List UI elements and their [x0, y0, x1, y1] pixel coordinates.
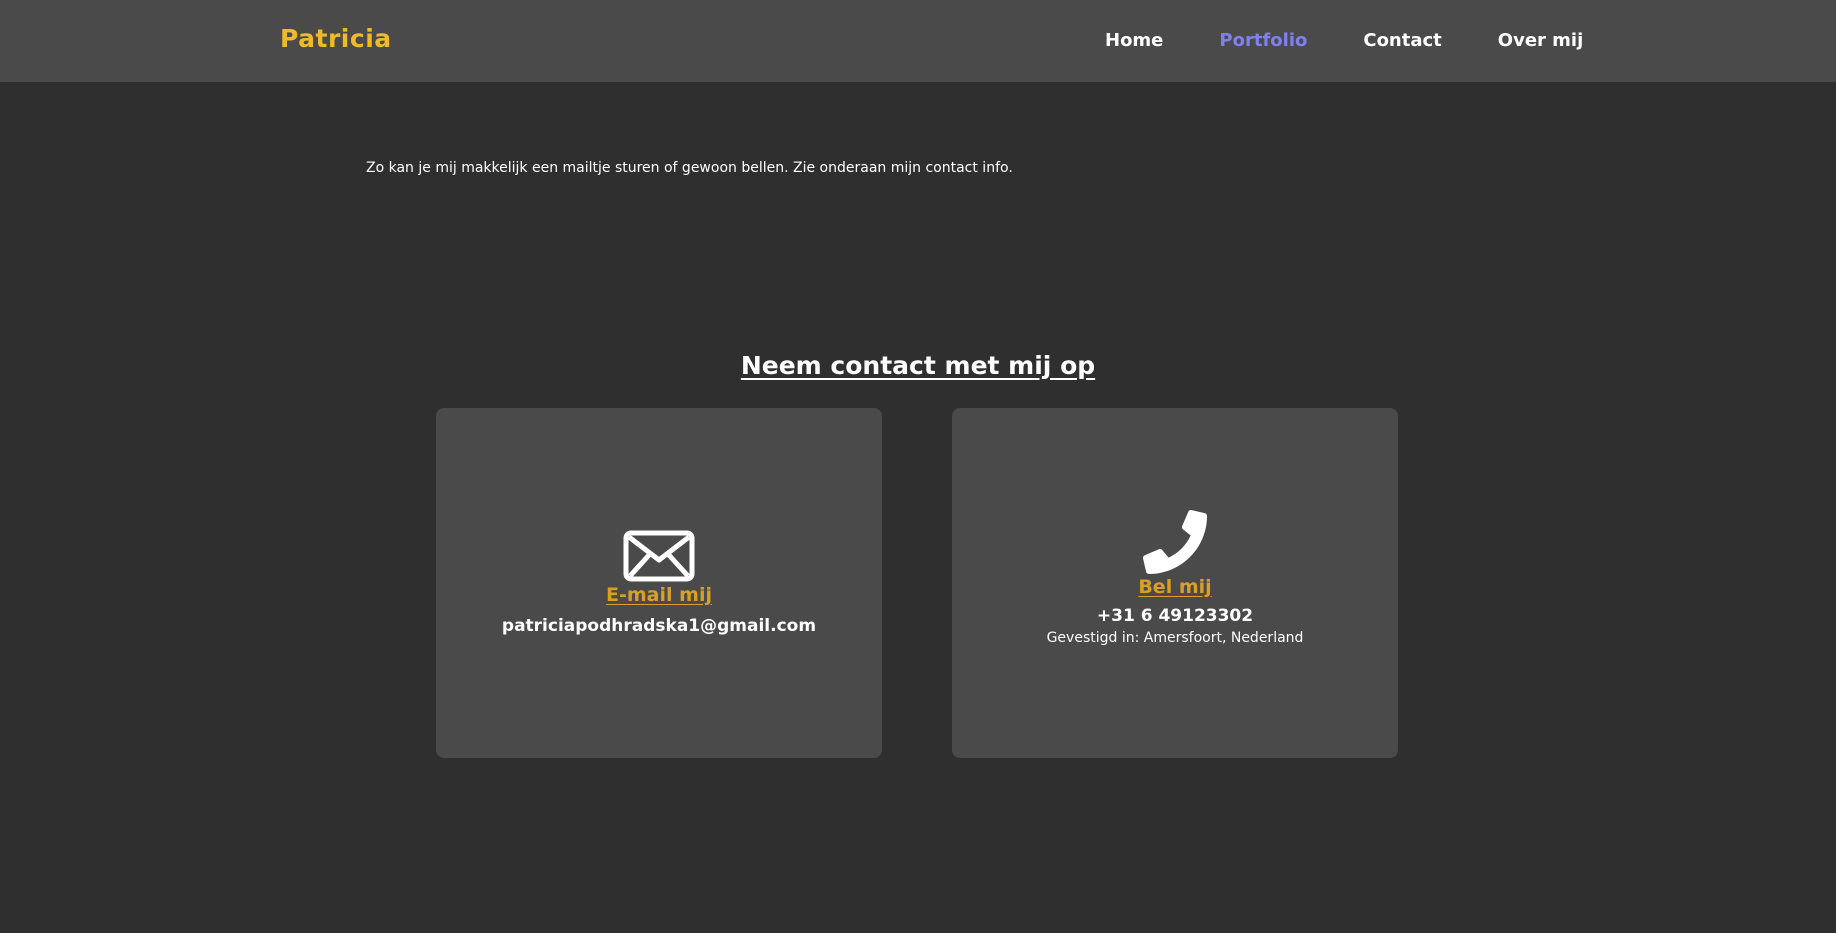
nav-link-over-mij[interactable]: Over mij: [1498, 30, 1583, 51]
brand-logo-link[interactable]: Patricia: [280, 24, 392, 53]
nav-link-home[interactable]: Home: [1105, 30, 1163, 51]
navbar: Patricia Home Portfolio Contact Over mij: [0, 0, 1836, 82]
location-text: Gevestigd in: Amersfoort, Nederland: [1046, 630, 1304, 646]
envelope-icon: [623, 530, 695, 582]
email-address: patriciapodhradska1@gmail.com: [501, 616, 817, 636]
call-me-link[interactable]: Bel mij: [952, 576, 1398, 598]
phone-number: +31 6 49123302: [1096, 606, 1254, 626]
phone-icon: [1143, 510, 1207, 574]
nav-link-contact[interactable]: Contact: [1363, 30, 1441, 51]
nav-links: Home Portfolio Contact Over mij: [1105, 30, 1639, 51]
nav-link-portfolio[interactable]: Portfolio: [1219, 30, 1307, 51]
phone-card: Bel mij +31 6 49123302 Gevestigd in: Ame…: [952, 408, 1398, 758]
contact-section-title: Neem contact met mij op: [740, 351, 1096, 380]
email-card: E-mail mij patriciapodhradska1@gmail.com: [436, 408, 882, 758]
intro-text: Zo kan je mij makkelijk een mailtje stur…: [366, 160, 1013, 176]
email-me-link[interactable]: E-mail mij: [436, 584, 882, 606]
